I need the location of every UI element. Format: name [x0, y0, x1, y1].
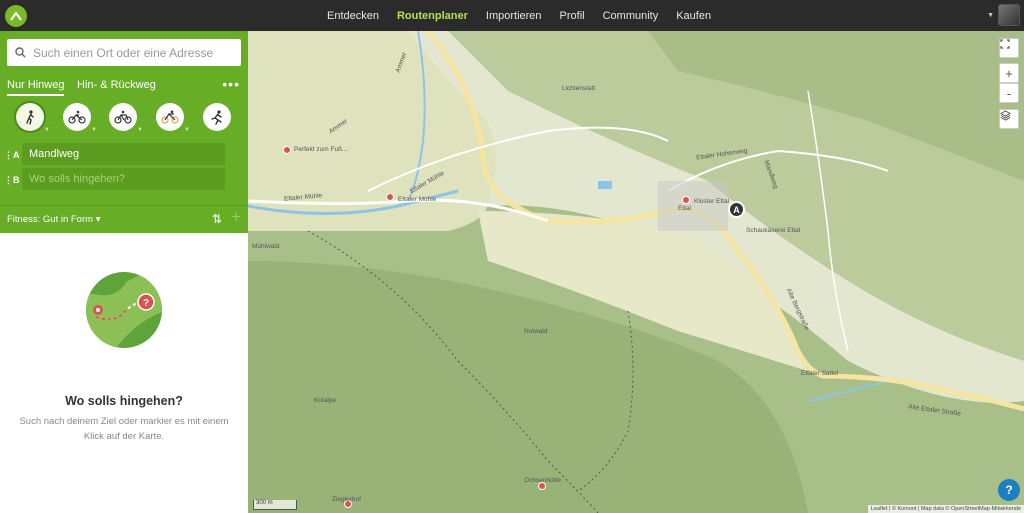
- sport-selector: ▼ ▼ ▼ ▼: [0, 103, 248, 135]
- planner-header: Nur Hinweg Hin- & Rückweg ••• ▼ ▼: [0, 31, 248, 233]
- fitness-dropdown[interactable]: Fitness: Gut in Form ▾: [7, 214, 100, 225]
- label-muehlwald: Mühlwald: [252, 243, 280, 250]
- help-button[interactable]: ?: [998, 479, 1020, 501]
- sport-touring-bike-button[interactable]: ▼: [109, 103, 143, 133]
- poi-marker[interactable]: [386, 193, 394, 201]
- zoom-in-button[interactable]: +: [999, 63, 1019, 83]
- label-ettal: Ettal: [678, 205, 692, 212]
- sport-running-button[interactable]: [203, 103, 231, 131]
- zoom-out-button[interactable]: -: [999, 83, 1019, 103]
- fullscreen-icon: [1000, 39, 1010, 49]
- add-waypoint-icon[interactable]: +: [232, 209, 241, 227]
- label-zieglerhof: Zieglerhof: [332, 496, 361, 503]
- chevron-down-icon: ▼: [44, 127, 50, 133]
- planner-panel: Nur Hinweg Hin- & Rückweg ••• ▼ ▼: [0, 31, 248, 513]
- chevron-down-icon: ▼: [137, 127, 143, 133]
- waypoint-b-label: ⋮B: [4, 175, 20, 185]
- waypoint-b-input[interactable]: [29, 173, 219, 185]
- waypoint-b-field[interactable]: [22, 168, 225, 190]
- label-kotalpe: Kotalpe: [314, 397, 337, 404]
- swap-waypoints-icon[interactable]: ⇅: [212, 212, 222, 226]
- label-schaukaeserei: Schaukäserei Ettal: [746, 227, 801, 234]
- nav-importieren[interactable]: Importieren: [486, 10, 542, 22]
- user-menu[interactable]: ▼: [987, 4, 1020, 26]
- map[interactable]: Ammer Ammer Lichtenstatt Perfekt zum Fuß…: [248, 31, 1024, 513]
- more-options-button[interactable]: •••: [222, 76, 240, 92]
- search-box[interactable]: [7, 39, 241, 66]
- empty-state-title: Wo solls hingehen?: [65, 394, 183, 408]
- chevron-down-icon: ▼: [91, 127, 97, 133]
- label-kloster: Kloster Ettal: [694, 198, 730, 205]
- sport-road-bike-button[interactable]: ▼: [156, 103, 190, 133]
- nav-community[interactable]: Community: [603, 10, 659, 22]
- fitness-row: Fitness: Gut in Form ▾ ⇅ +: [0, 205, 248, 233]
- nav-kaufen[interactable]: Kaufen: [676, 10, 711, 22]
- chevron-down-icon: ▼: [987, 11, 994, 19]
- map-attribution: Leaflet | © Komoot | Map data © OpenStre…: [867, 505, 1024, 513]
- map-scale: 300 m: [253, 500, 297, 510]
- label-ochsenhuette: Ochsenhütte: [524, 477, 561, 484]
- poi-marker[interactable]: [682, 196, 690, 204]
- fullscreen-button[interactable]: [999, 38, 1019, 58]
- road-bike-icon: [161, 110, 179, 124]
- hiking-icon: [26, 110, 34, 125]
- main-nav: Entdecken Routenplaner Importieren Profi…: [318, 0, 720, 31]
- svg-text:?: ?: [143, 298, 149, 309]
- mountain-bike-icon: [68, 110, 86, 124]
- search-icon: [15, 47, 26, 58]
- label-notwald: Notwald: [524, 328, 548, 335]
- label-lichtenstatt: Lichtenstatt: [562, 85, 596, 92]
- route-type-tabs: Nur Hinweg Hin- & Rückweg •••: [0, 76, 248, 97]
- layers-button[interactable]: [999, 109, 1019, 129]
- layers-icon: [1000, 110, 1011, 121]
- label-ettaler-sattel: Ettaler Sattel: [801, 370, 839, 377]
- map-terrain: [248, 31, 1024, 513]
- poi-marker[interactable]: [283, 146, 291, 154]
- tab-nur-hinweg[interactable]: Nur Hinweg: [7, 79, 65, 96]
- nav-entdecken[interactable]: Entdecken: [327, 10, 379, 22]
- waypoint-a-input[interactable]: [29, 148, 219, 160]
- start-point-marker[interactable]: A: [728, 201, 745, 218]
- sport-mountain-bike-button[interactable]: ▼: [63, 103, 97, 133]
- label-ettaler-muehle-poi: Ettaler Mühle: [398, 196, 437, 203]
- waypoint-a-field[interactable]: [22, 143, 225, 165]
- running-icon: [211, 110, 222, 125]
- logo-mountain-icon: [10, 12, 22, 21]
- avatar[interactable]: [998, 4, 1020, 26]
- chevron-down-icon: ▼: [184, 127, 190, 133]
- sport-hiking-button[interactable]: ▼: [16, 103, 50, 133]
- waypoint-a-label: ⋮A: [4, 150, 20, 160]
- top-bar: Entdecken Routenplaner Importieren Profi…: [0, 0, 1024, 31]
- destination-illustration: ?: [86, 272, 162, 348]
- touring-bike-icon: [114, 110, 132, 124]
- nav-profil[interactable]: Profil: [560, 10, 585, 22]
- search-input[interactable]: [33, 45, 233, 60]
- komoot-logo[interactable]: [5, 5, 27, 27]
- nav-routenplaner[interactable]: Routenplaner: [397, 10, 468, 22]
- empty-state-text: Such nach deinem Ziel oder markier es mi…: [19, 416, 229, 442]
- tab-hin-rueckweg[interactable]: Hin- & Rückweg: [77, 79, 156, 91]
- label-perfekt: Perfekt zum Fuß...: [294, 146, 348, 153]
